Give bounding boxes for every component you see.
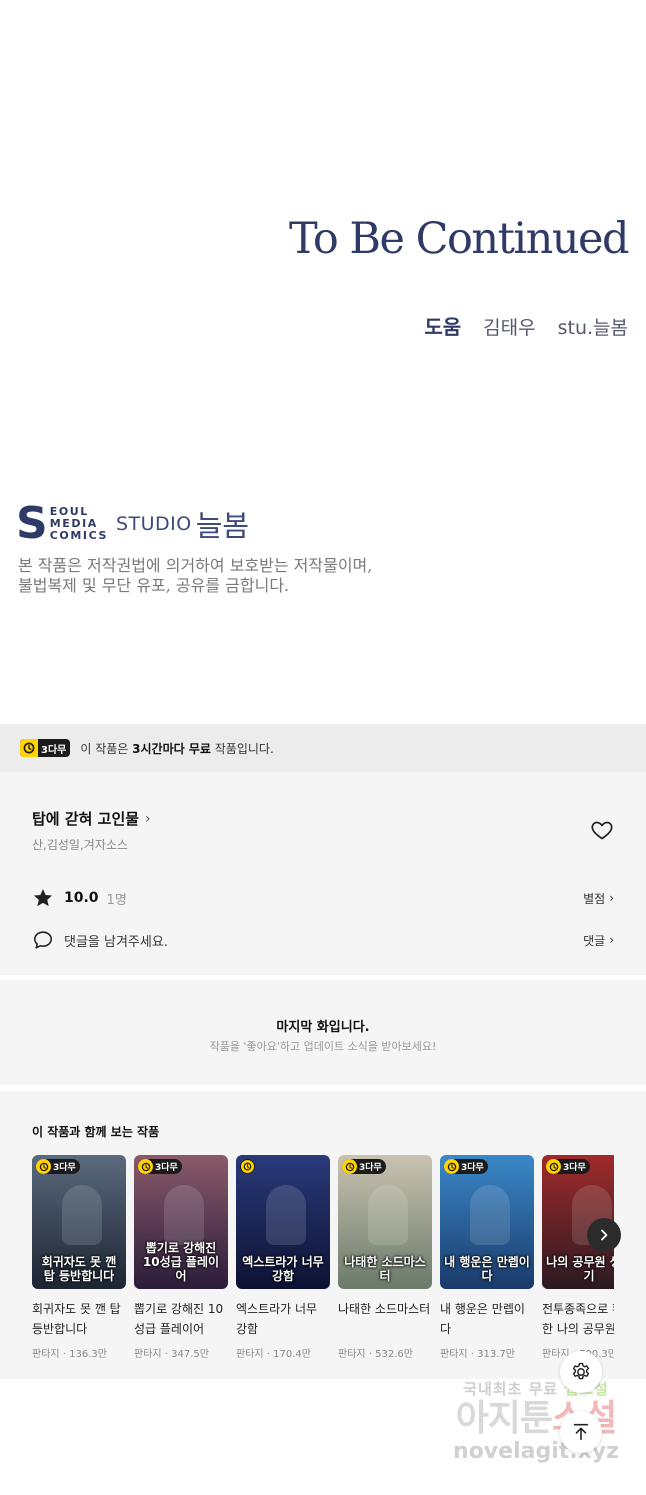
cover-figure bbox=[62, 1185, 102, 1245]
arrow-up-icon bbox=[573, 1423, 589, 1441]
comment-row[interactable]: 댓글을 남겨주세요. 댓글 › bbox=[32, 928, 614, 952]
free-notice-text: 이 작품은 3시간마다 무료 작품입니다. bbox=[80, 741, 274, 756]
recommendation-title[interactable]: 전투종족으로 환생한 나의 공무원 생활기 bbox=[542, 1299, 614, 1339]
rating-count: 1명 bbox=[106, 892, 127, 908]
chevron-right-icon bbox=[601, 1229, 608, 1241]
recommendation-cover[interactable]: 3다무회귀자도 못 깬 탑 등반합니다 bbox=[32, 1155, 126, 1289]
recommendation-title[interactable]: 엑스트라가 너무 강함 bbox=[236, 1299, 330, 1339]
recommendation-cover[interactable]: 3다무내 행운은 만렙이다 bbox=[440, 1155, 534, 1289]
heart-icon[interactable] bbox=[590, 818, 614, 842]
cover-title-art: 나태한 소드마스터 bbox=[344, 1255, 426, 1283]
recommendation-title[interactable]: 회귀자도 못 깬 탑 등반합니다 bbox=[32, 1299, 126, 1339]
cover-figure bbox=[164, 1185, 204, 1245]
work-title-link[interactable]: 탑에 갇혀 고인물 › bbox=[32, 808, 151, 829]
recommendation-card[interactable]: 3다무 내 행운은 만렙이다 내 행운은 만렙이다 판타지 · 313.7만 bbox=[440, 1155, 534, 1360]
recommendation-meta: 판타지 · 313.7만 bbox=[440, 1349, 515, 1360]
settings-button[interactable] bbox=[560, 1351, 602, 1393]
recommendation-cover[interactable]: 엑스트라가 너무 강함 bbox=[236, 1155, 330, 1289]
gear-icon bbox=[572, 1362, 590, 1380]
recommendation-meta: 판타지 · 532.6만 bbox=[338, 1349, 413, 1360]
cover-title-art: 엑스트라가 너무 강함 bbox=[242, 1255, 324, 1283]
comment-placeholder: 댓글을 남겨주세요. bbox=[64, 934, 168, 950]
to-be-continued-text: To Be Continued bbox=[289, 214, 630, 264]
recommendation-card[interactable]: 3다무 뽑기로 강해진 10성급 플레이어 뽑기로 강해진 10성급 플레이어 판타지… bbox=[134, 1155, 228, 1360]
last-episode-notice: 마지막 화입니다. 작품을 '좋아요'하고 업데이트 소식을 받아보세요! bbox=[0, 980, 646, 1085]
clock-icon bbox=[20, 739, 38, 757]
recommendation-cover[interactable]: 3다무나태한 소드마스터 bbox=[338, 1155, 432, 1289]
recommendation-cover[interactable]: 3다무뽑기로 강해진 10성급 플레이어 bbox=[134, 1155, 228, 1289]
recommendations-section: 이 작품과 함께 보는 작품 3다무 회귀자도 못 깬 탑 등반합니다 회귀자도 못… bbox=[0, 1091, 646, 1379]
studio-neulbom-logo: STUDIO 늘봄 bbox=[115, 509, 250, 543]
recommendation-card[interactable]: 엑스트라가 너무 강함 엑스트라가 너무 강함 판타지 · 170.4만 bbox=[236, 1155, 330, 1360]
carousel-next-button[interactable] bbox=[587, 1218, 621, 1252]
recommendation-card[interactable]: 3다무나의 공무원 생활기전투종족으로 환생한 나의 공무원 생활기판타지 · … bbox=[542, 1155, 614, 1360]
recommendation-carousel: 3다무 회귀자도 못 깬 탑 등반합니다 회귀자도 못 깬 탑 등반합니다 판타지 ·… bbox=[32, 1155, 614, 1365]
cover-title-art: 회귀자도 못 깬 탑 등반합니다 bbox=[41, 1255, 117, 1283]
rating-row: 10.0 1명 별점 › bbox=[32, 886, 614, 910]
seoul-media-comics-logo: S EOUL MEDIA COMICS bbox=[16, 498, 108, 549]
star-icon bbox=[33, 889, 53, 907]
3damu-badge: 3다무 bbox=[546, 1159, 590, 1174]
3damu-badge: 3다무 bbox=[20, 739, 71, 757]
comic-final-panel: To Be Continued 도움 김태우 stu.늘봄 S EOUL MED… bbox=[0, 0, 646, 724]
comment-link[interactable]: 댓글 › bbox=[583, 932, 614, 949]
rating-link[interactable]: 별점 › bbox=[583, 890, 614, 907]
recommendation-meta: 판타지 · 170.4만 bbox=[236, 1349, 311, 1360]
clock-icon bbox=[240, 1159, 255, 1174]
recommendation-title[interactable]: 나태한 소드마스터 bbox=[338, 1299, 432, 1339]
scroll-top-button[interactable] bbox=[560, 1411, 602, 1453]
credits-help-label: 도움 bbox=[424, 315, 462, 339]
rating-score: 10.0 bbox=[64, 890, 99, 906]
cover-figure bbox=[368, 1185, 408, 1245]
copyright-notice: 본 작품은 저작권법에 의거하여 보호받는 저작물이며, 불법복제 및 무단 유… bbox=[18, 556, 373, 595]
work-info-panel: 탑에 갇혀 고인물 › 산,김성일,겨자소스 10.0 1명 별점 › 댓글을 … bbox=[0, 772, 646, 975]
clock-icon bbox=[546, 1159, 561, 1174]
3damu-badge: 3다무 bbox=[342, 1159, 386, 1174]
clock-icon bbox=[342, 1159, 357, 1174]
credits: 도움 김태우 stu.늘봄 bbox=[424, 311, 628, 340]
recommendation-title[interactable]: 뽑기로 강해진 10성급 플레이어 bbox=[134, 1299, 228, 1339]
publisher-logos: S EOUL MEDIA COMICS STUDIO 늘봄 bbox=[16, 498, 250, 549]
clock-icon bbox=[138, 1159, 153, 1174]
cover-title-art: 나의 공무원 생활기 bbox=[546, 1255, 614, 1283]
last-episode-subtitle: 작품을 '좋아요'하고 업데이트 소식을 받아보세요! bbox=[209, 1040, 437, 1053]
work-authors: 산,김성일,겨자소스 bbox=[32, 838, 128, 852]
credits-assistant: 김태우 bbox=[483, 317, 536, 339]
recommendation-meta: 판타지 · 136.3만 bbox=[32, 1349, 107, 1360]
free-notice-bar: 3다무 이 작품은 3시간마다 무료 작품입니다. bbox=[0, 724, 646, 772]
cover-title-art: 뽑기로 강해진 10성급 플레이어 bbox=[142, 1241, 220, 1283]
cover-figure bbox=[266, 1185, 306, 1245]
work-title: 탑에 갇혀 고인물 bbox=[32, 810, 140, 828]
recommendation-card[interactable]: 3다무 회귀자도 못 깬 탑 등반합니다 회귀자도 못 깬 탑 등반합니다 판타지 ·… bbox=[32, 1155, 126, 1360]
3damu-badge: 3다무 bbox=[36, 1159, 80, 1174]
cover-figure bbox=[470, 1185, 510, 1245]
recommendation-card[interactable]: 3다무 나태한 소드마스터 나태한 소드마스터 판타지 · 532.6만 bbox=[338, 1155, 432, 1360]
3damu-badge: 3다무 bbox=[138, 1159, 182, 1174]
chevron-right-icon: › bbox=[609, 933, 614, 947]
last-episode-title: 마지막 화입니다. bbox=[276, 1020, 370, 1035]
clock-icon bbox=[444, 1159, 459, 1174]
chevron-right-icon: › bbox=[145, 810, 151, 827]
comment-icon bbox=[33, 931, 53, 949]
recommendation-title[interactable]: 내 행운은 만렙이다 bbox=[440, 1299, 534, 1339]
credits-studio: stu.늘봄 bbox=[557, 317, 628, 339]
chevron-right-icon: › bbox=[609, 891, 614, 905]
recommendations-heading: 이 작품과 함께 보는 작품 bbox=[32, 1125, 160, 1139]
recommendation-meta: 판타지 · 347.5만 bbox=[134, 1349, 209, 1360]
3damu-badge: 3다무 bbox=[444, 1159, 488, 1174]
clock-icon bbox=[36, 1159, 51, 1174]
cover-title-art: 내 행운은 만렙이다 bbox=[444, 1255, 530, 1283]
